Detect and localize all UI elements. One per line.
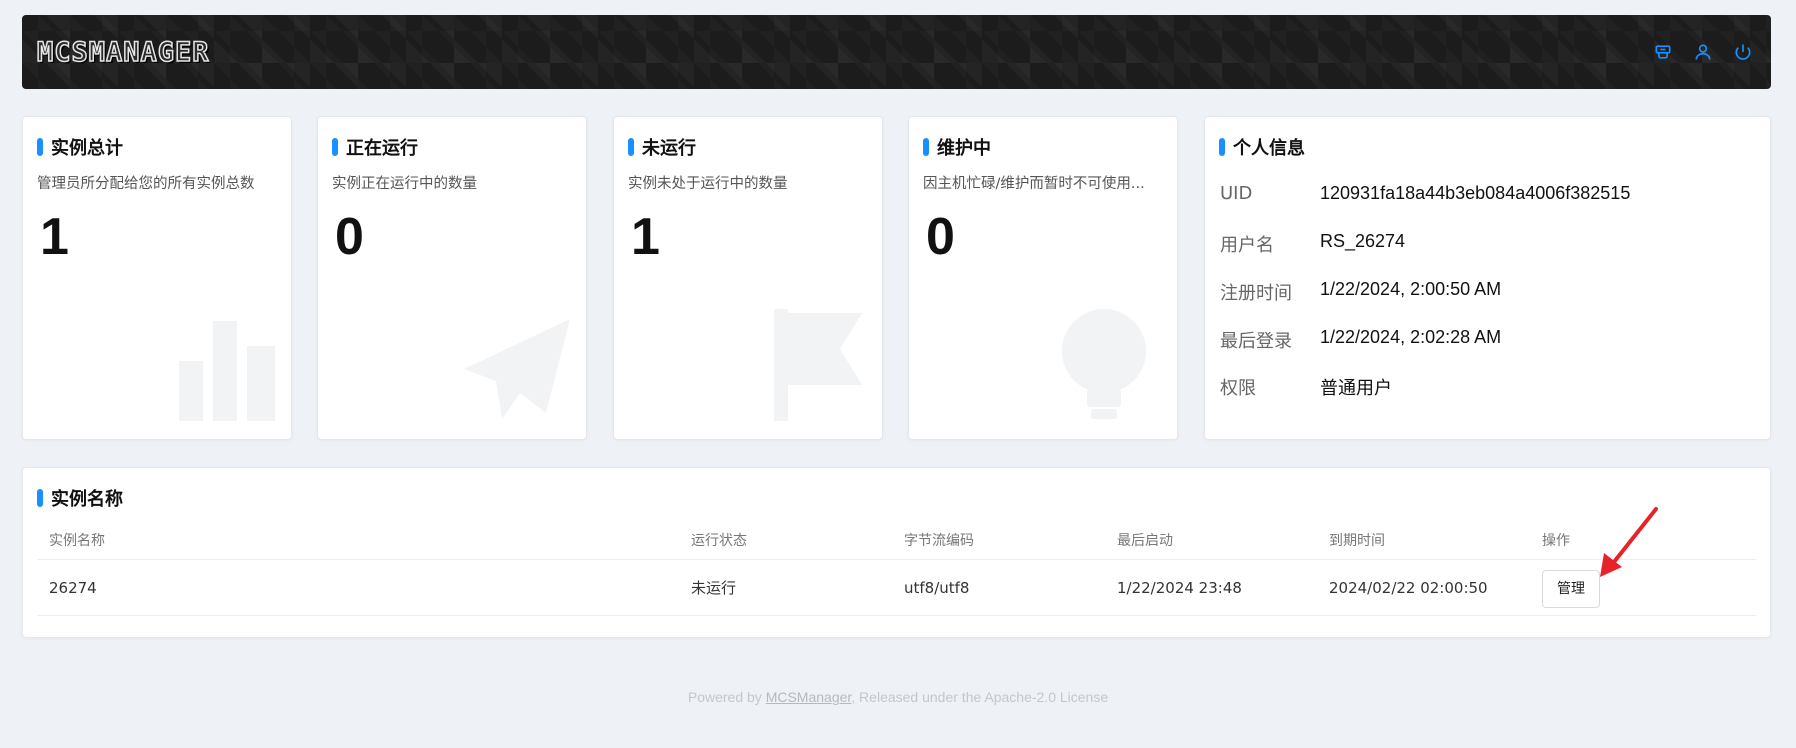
stat-card-stopped: 未运行 实例未处于运行中的数量 1 xyxy=(613,116,883,440)
profile-row-permission: 权限 普通用户 xyxy=(1220,374,1392,400)
info-label: UID xyxy=(1220,183,1253,204)
instance-expire: 2024/02/22 02:00:50 xyxy=(1329,578,1488,597)
column-header[interactable]: 到期时间 xyxy=(1317,530,1530,550)
profile-row-uid: UID 120931fa18a44b3eb084a4006f382515 xyxy=(1220,183,1630,204)
paper-plane-icon xyxy=(462,317,572,425)
profile-row-last-login: 最后登录 1/22/2024, 2:02:28 AM xyxy=(1220,327,1501,353)
footer-suffix: , Released under the Apache-2.0 License xyxy=(851,689,1109,705)
power-icon[interactable] xyxy=(1733,42,1753,62)
app-logo: MCSMANAGER xyxy=(36,36,210,69)
flag-icon xyxy=(774,309,864,425)
info-value: 1/22/2024, 2:00:50 AM xyxy=(1320,279,1502,299)
card-description: 因主机忙碌/维护而暂时不可使用... xyxy=(923,176,1145,192)
instance-encoding: utf8/utf8 xyxy=(904,578,970,597)
info-label: 注册时间 xyxy=(1220,283,1292,304)
card-title: 未运行 xyxy=(628,134,696,160)
footer: Powered by MCSManager, Released under th… xyxy=(0,689,1796,705)
info-label: 用户名 xyxy=(1220,235,1274,256)
profile-row-registered: 注册时间 1/22/2024, 2:00:50 AM xyxy=(1220,279,1501,305)
stat-card-maintenance: 维护中 因主机忙碌/维护而暂时不可使用... 0 xyxy=(908,116,1178,440)
table-header: 实例名称 运行状态 字节流编码 最后启动 到期时间 操作 xyxy=(37,520,1756,560)
info-label: 最后登录 xyxy=(1220,331,1292,352)
column-header[interactable]: 运行状态 xyxy=(679,530,892,550)
instance-status: 未运行 xyxy=(691,579,737,597)
info-label: 权限 xyxy=(1220,378,1256,399)
card-description: 管理员所分配给您的所有实例总数 xyxy=(37,176,255,192)
card-description: 实例未处于运行中的数量 xyxy=(628,176,788,192)
action-cell: 管理 xyxy=(1530,568,1756,608)
instances-table: 实例名称 运行状态 字节流编码 最后启动 到期时间 操作 26274 未运行 u… xyxy=(37,520,1756,616)
column-header[interactable]: 字节流编码 xyxy=(892,530,1105,550)
bulb-icon xyxy=(1059,309,1149,425)
card-title: 维护中 xyxy=(923,134,991,160)
card-title: 个人信息 xyxy=(1219,134,1305,160)
bar-chart-icon xyxy=(177,321,277,425)
header-actions xyxy=(1653,42,1753,62)
profile-card: 个人信息 UID 120931fa18a44b3eb084a4006f38251… xyxy=(1204,116,1771,440)
column-header[interactable]: 最后启动 xyxy=(1105,530,1317,550)
instance-name: 26274 xyxy=(49,578,97,597)
top-bar: MCSMANAGER xyxy=(22,15,1771,89)
footer-link[interactable]: MCSManager xyxy=(766,689,852,705)
manage-button[interactable]: 管理 xyxy=(1542,569,1600,608)
column-header: 操作 xyxy=(1542,532,1570,549)
ticket-icon[interactable] xyxy=(1653,42,1673,62)
instance-last-start: 1/22/2024 23:48 xyxy=(1117,578,1242,597)
profile-row-username: 用户名 RS_26274 xyxy=(1220,231,1405,257)
stat-value: 0 xyxy=(926,208,955,266)
card-title: 实例名称 xyxy=(37,485,123,511)
footer-prefix: Powered by xyxy=(687,689,766,705)
stat-value: 1 xyxy=(40,208,69,266)
card-title: 正在运行 xyxy=(332,134,418,160)
stat-value: 1 xyxy=(631,208,660,266)
info-value: 120931fa18a44b3eb084a4006f382515 xyxy=(1320,183,1631,203)
stat-card-running: 正在运行 实例正在运行中的数量 0 xyxy=(317,116,587,440)
column-header[interactable]: 实例名称 xyxy=(37,530,679,550)
stat-card-total: 实例总计 管理员所分配给您的所有实例总数 1 xyxy=(22,116,292,440)
info-value: 普通用户 xyxy=(1320,378,1392,398)
card-description: 实例正在运行中的数量 xyxy=(332,176,477,192)
stat-value: 0 xyxy=(335,208,364,266)
user-icon[interactable] xyxy=(1693,42,1713,62)
instances-card: 实例名称 实例名称 运行状态 字节流编码 最后启动 到期时间 操作 26274 … xyxy=(22,467,1771,638)
info-value: 1/22/2024, 2:02:28 AM xyxy=(1320,327,1502,347)
table-row[interactable]: 26274 未运行 utf8/utf8 1/22/2024 23:48 2024… xyxy=(37,560,1756,616)
card-title: 实例总计 xyxy=(37,134,123,160)
info-value: RS_26274 xyxy=(1320,231,1406,251)
